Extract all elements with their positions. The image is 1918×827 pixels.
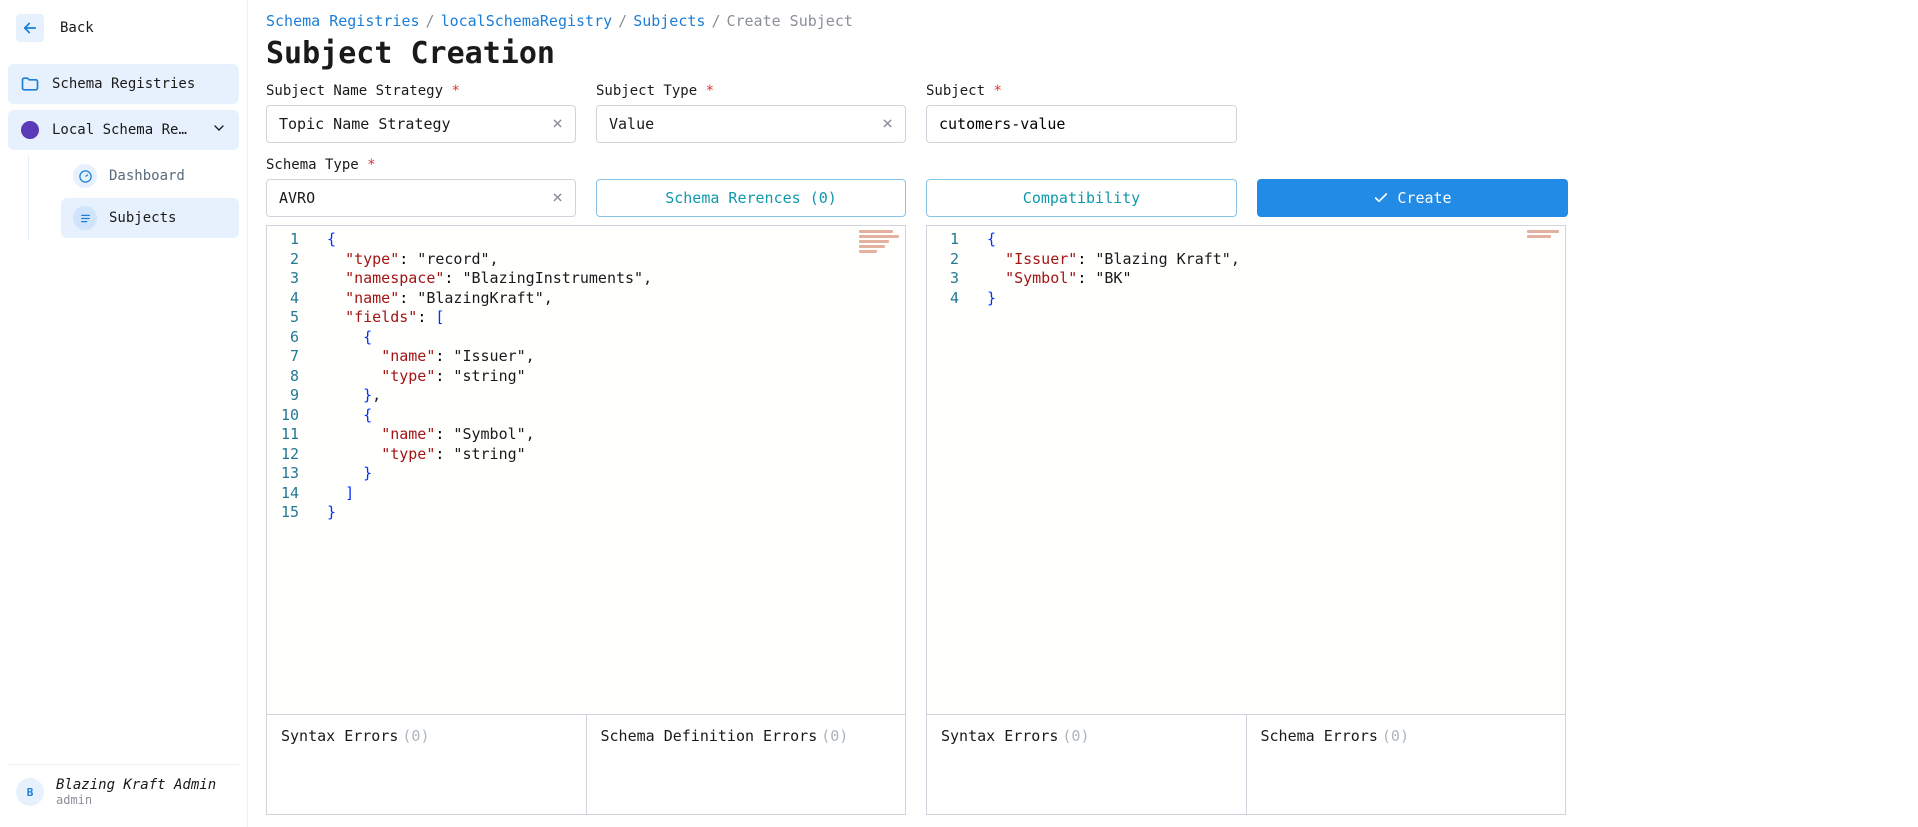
- gauge-icon: [73, 164, 97, 188]
- name-strategy-label: Subject Name Strategy *: [266, 83, 576, 99]
- create-button-label: Create: [1397, 189, 1451, 207]
- schema-type-select[interactable]: AVRO ×: [266, 179, 576, 217]
- schema-editor[interactable]: 123456789101112131415 { "type": "record"…: [267, 226, 905, 714]
- minimap-icon: [859, 230, 899, 254]
- back-icon: [16, 14, 44, 42]
- registry-circle-icon: [20, 120, 40, 140]
- clear-icon[interactable]: ×: [552, 189, 563, 207]
- back-button[interactable]: Back: [8, 8, 239, 48]
- sidebar-item-label: Subjects: [109, 210, 176, 226]
- clear-icon[interactable]: ×: [882, 115, 893, 133]
- sidebar-item-dashboard[interactable]: Dashboard: [61, 156, 239, 196]
- nav-local-schema-registry-label: Local Schema Regi…: [52, 122, 192, 138]
- form-row-2: Schema Type * AVRO × Schema Rerences (0)…: [266, 157, 1900, 217]
- crumb-current: Create Subject: [726, 12, 852, 30]
- schema-syntax-errors: Syntax Errors(0): [267, 715, 586, 814]
- name-strategy-select[interactable]: Topic Name Strategy ×: [266, 105, 576, 143]
- check-icon: [1373, 190, 1389, 206]
- form-row-1: Subject Name Strategy * Topic Name Strat…: [266, 83, 1900, 143]
- sample-editor[interactable]: 1234 { "Issuer": "Blazing Kraft", "Symbo…: [927, 226, 1565, 714]
- nav-schema-registries-label: Schema Registries: [52, 76, 195, 92]
- nav-local-schema-registry[interactable]: Local Schema Regi…: [8, 110, 239, 150]
- sidebar-item-subjects[interactable]: Subjects: [61, 198, 239, 238]
- compat-wrap: Compatibility: [926, 157, 1237, 217]
- footer-role: admin: [56, 793, 216, 807]
- references-wrap: Schema Rerences (0): [596, 157, 906, 217]
- sample-syntax-errors: Syntax Errors(0): [927, 715, 1246, 814]
- sidebar-item-label: Dashboard: [109, 168, 185, 184]
- crumb-sep: /: [426, 12, 435, 30]
- folder-icon: [20, 74, 40, 94]
- field-name-strategy: Subject Name Strategy * Topic Name Strat…: [266, 83, 576, 143]
- schema-editor-gutter: 123456789101112131415: [267, 226, 317, 714]
- schema-errors-row: Syntax Errors(0) Schema Definition Error…: [267, 714, 905, 814]
- editors-row: 123456789101112131415 { "type": "record"…: [266, 225, 1900, 815]
- page-title: Subject Creation: [266, 36, 1900, 71]
- field-subject-type: Subject Type * Value ×: [596, 83, 906, 143]
- sample-editor-gutter: 1234: [927, 226, 977, 714]
- clear-icon[interactable]: ×: [552, 115, 563, 133]
- compatibility-button[interactable]: Compatibility: [926, 179, 1237, 217]
- subject-type-select[interactable]: Value ×: [596, 105, 906, 143]
- nav-schema-registries[interactable]: Schema Registries: [8, 64, 239, 104]
- create-wrap: Create: [1257, 157, 1568, 217]
- sample-editor-panel: 1234 { "Issuer": "Blazing Kraft", "Symbo…: [926, 225, 1566, 815]
- crumb-local[interactable]: localSchemaRegistry: [441, 12, 613, 30]
- schema-type-label: Schema Type *: [266, 157, 576, 173]
- crumb-sep: /: [618, 12, 627, 30]
- subject-input[interactable]: [926, 105, 1237, 143]
- name-strategy-value: Topic Name Strategy: [279, 115, 451, 133]
- create-button[interactable]: Create: [1257, 179, 1568, 217]
- schema-editor-panel: 123456789101112131415 { "type": "record"…: [266, 225, 906, 815]
- subject-type-label: Subject Type *: [596, 83, 906, 99]
- back-label: Back: [60, 20, 94, 36]
- sample-errors-row: Syntax Errors(0) Schema Errors(0): [927, 714, 1565, 814]
- field-schema-type: Schema Type * AVRO ×: [266, 157, 576, 217]
- avatar[interactable]: B: [16, 778, 44, 806]
- subject-type-value: Value: [609, 115, 654, 133]
- crumb-registries[interactable]: Schema Registries: [266, 12, 420, 30]
- field-subject: Subject *: [926, 83, 1237, 143]
- sample-schema-errors: Schema Errors(0): [1246, 715, 1566, 814]
- sidebar-subtree: Dashboard Subjects: [28, 156, 239, 240]
- sidebar-footer: B Blazing Kraft Admin admin: [8, 764, 239, 819]
- list-icon: [73, 206, 97, 230]
- sidebar: Back Schema Registries Local Schema Regi…: [0, 0, 248, 827]
- chevron-down-icon: [211, 120, 227, 140]
- schema-references-button[interactable]: Schema Rerences (0): [596, 179, 906, 217]
- breadcrumb: Schema Registries / localSchemaRegistry …: [266, 12, 1900, 30]
- sample-editor-code[interactable]: { "Issuer": "Blazing Kraft", "Symbol": "…: [977, 226, 1565, 714]
- minimap-icon: [1527, 230, 1559, 239]
- schema-definition-errors: Schema Definition Errors(0): [586, 715, 906, 814]
- crumb-sep: /: [711, 12, 720, 30]
- crumb-subjects[interactable]: Subjects: [633, 12, 705, 30]
- main-content: Schema Registries / localSchemaRegistry …: [248, 0, 1918, 827]
- subject-label-text: Subject *: [926, 83, 1237, 99]
- schema-type-value: AVRO: [279, 189, 315, 207]
- schema-editor-code[interactable]: { "type": "record", "namespace": "Blazin…: [317, 226, 905, 714]
- footer-username: Blazing Kraft Admin: [56, 777, 216, 793]
